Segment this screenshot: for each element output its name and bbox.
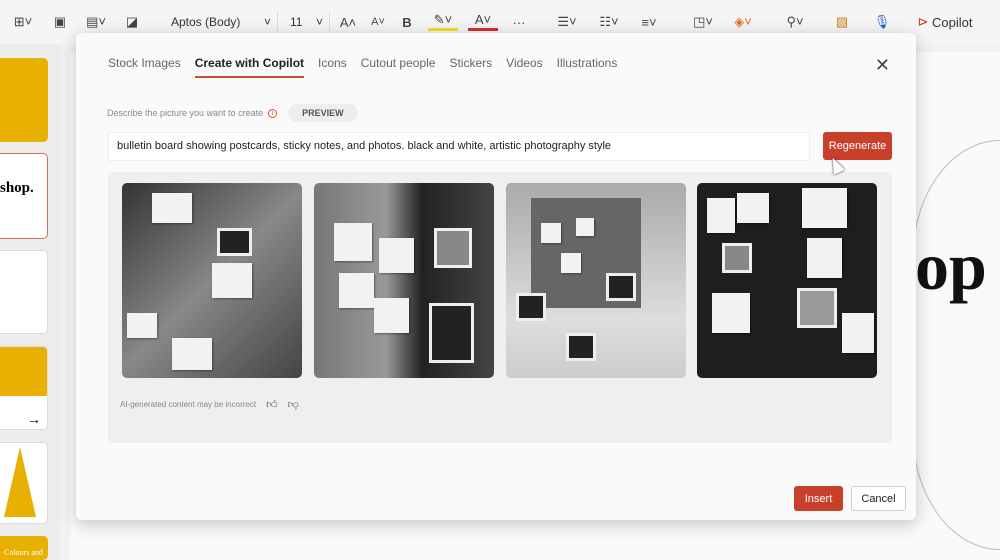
tab-stock-images[interactable]: Stock Images <box>108 56 181 78</box>
format-background-icon[interactable]: ◪ <box>122 11 142 33</box>
ai-disclaimer-row: AI-generated content may be incorrect 👍︎… <box>120 398 299 411</box>
cancel-button[interactable]: Cancel <box>851 486 906 511</box>
dictate-icon[interactable]: 🎙 <box>872 11 892 33</box>
align-icon[interactable]: ≡˅ <box>634 11 664 33</box>
insert-button[interactable]: Insert <box>794 486 843 511</box>
thumbnail-text: shop. <box>0 180 34 196</box>
arrow-right-icon: → <box>27 411 41 427</box>
new-slide-icon[interactable]: ⊞˅ <box>8 11 38 33</box>
regenerate-button[interactable]: Regenerate <box>823 132 892 160</box>
tab-create-with-copilot[interactable]: Create with Copilot <box>194 56 305 78</box>
preview-badge: PREVIEW <box>288 104 358 122</box>
copilot-label: Copilot <box>932 14 973 30</box>
highlight-icon[interactable]: ✎˅ <box>428 11 458 31</box>
shapes-icon[interactable]: ◳˅ <box>688 11 718 33</box>
copilot-icon: ⊳ <box>917 14 929 29</box>
slide-title: op <box>915 228 987 304</box>
tab-icons[interactable]: Icons <box>318 56 347 78</box>
shape-fill-icon[interactable]: ◈˅ <box>728 11 758 33</box>
font-size: 11 <box>290 15 303 29</box>
generated-images-gallery: AI-generated content may be incorrect 👍︎… <box>108 172 892 443</box>
dialog-tabs: Stock Images Create with Copilot Icons C… <box>108 56 617 78</box>
thumbnail-text: Colours and <box>4 548 43 557</box>
close-icon[interactable]: ✕ <box>875 55 890 76</box>
slide-circle-shape <box>912 140 1000 550</box>
layout-icon[interactable]: ▤˅ <box>80 11 112 33</box>
insert-picture-dialog: Stock Images Create with Copilot Icons C… <box>76 33 916 520</box>
find-icon[interactable]: ⚲˅ <box>780 11 810 33</box>
ai-disclaimer: AI-generated content may be incorrect <box>120 400 257 409</box>
font-family-select[interactable]: Aptos (Body) ˅ <box>163 11 278 33</box>
tab-illustrations[interactable]: Illustrations <box>557 56 618 78</box>
bullets-icon[interactable]: ☰˅ <box>552 11 582 33</box>
thumbs-up-icon[interactable]: 👍︎ <box>266 398 278 411</box>
slide-thumbnail-5[interactable] <box>0 442 48 524</box>
prompt-input[interactable]: bulletin board showing postcards, sticky… <box>108 132 810 161</box>
designer-icon[interactable]: ▨ <box>832 11 852 33</box>
info-icon[interactable]: i <box>268 108 278 118</box>
font-size-select[interactable]: 11 ˅ <box>282 11 330 33</box>
tab-cutout-people[interactable]: Cutout people <box>361 56 436 78</box>
slide-thumbnails: shop. → Colours and <box>0 44 60 560</box>
tab-videos[interactable]: Videos <box>506 56 542 78</box>
font-name: Aptos (Body) <box>171 15 241 29</box>
reuse-slides-icon[interactable]: ▣ <box>50 11 70 33</box>
tab-stickers[interactable]: Stickers <box>449 56 492 78</box>
slide-thumbnail-3[interactable] <box>0 250 48 334</box>
generated-image-4[interactable] <box>697 183 877 378</box>
decrease-font-icon[interactable]: A˅ <box>368 11 388 33</box>
slide-thumbnail-1[interactable] <box>0 58 48 142</box>
copilot-button[interactable]: ⊳ Copilot <box>912 11 978 33</box>
bold-icon[interactable]: B <box>398 11 416 33</box>
slide-thumbnail-4[interactable]: → <box>0 346 48 430</box>
increase-font-icon[interactable]: A˄ <box>338 11 358 33</box>
slide-thumbnail-6[interactable]: Colours and <box>0 536 48 560</box>
font-color-icon[interactable]: A˅ <box>468 11 498 31</box>
slide-thumbnail-2[interactable]: shop. <box>0 153 48 239</box>
more-icon[interactable]: ··· <box>508 11 530 33</box>
generated-image-1[interactable] <box>122 183 302 378</box>
generated-image-3[interactable] <box>506 183 686 378</box>
thumbs-down-icon[interactable]: 👎︎ <box>288 398 299 411</box>
numbering-icon[interactable]: ☷˅ <box>594 11 624 33</box>
generated-image-2[interactable] <box>314 183 494 378</box>
describe-label-row: Describe the picture you want to create … <box>107 104 358 122</box>
describe-label: Describe the picture you want to create <box>107 108 264 118</box>
